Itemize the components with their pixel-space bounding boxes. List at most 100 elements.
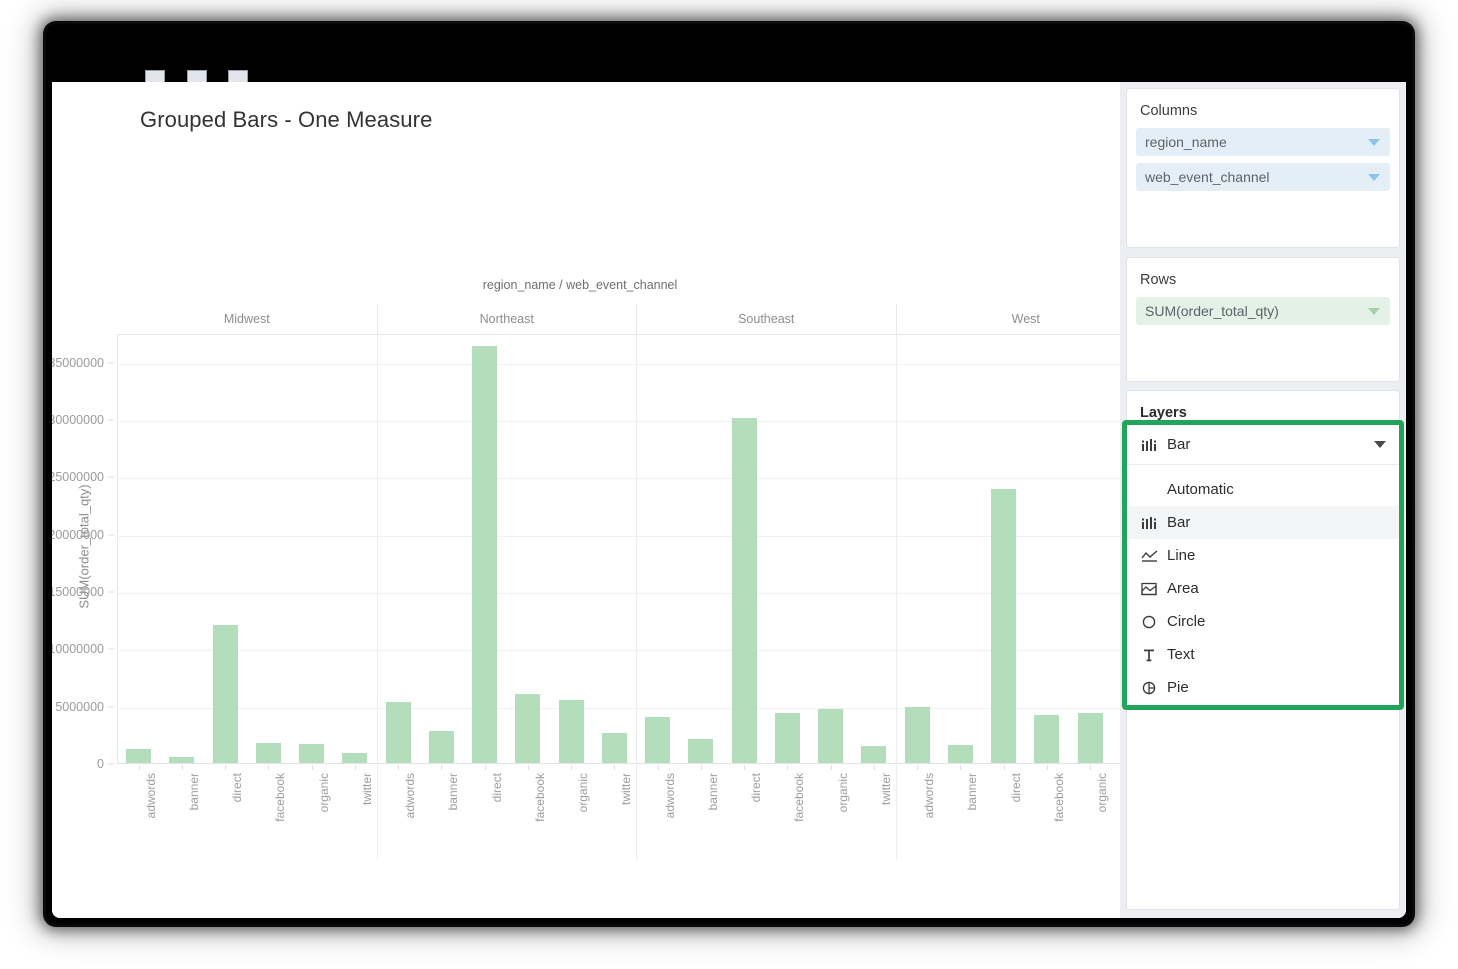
x-tick-label-organic: organic xyxy=(576,773,590,812)
bar-southeast-twitter[interactable] xyxy=(861,746,886,763)
facet-label-midwest: Midwest xyxy=(117,304,377,334)
layers-menu-item-label: Pie xyxy=(1167,679,1189,696)
y-tick-mark xyxy=(108,420,114,421)
bar-midwest-adwords[interactable] xyxy=(126,749,151,763)
x-tick-label-direct: direct xyxy=(490,773,504,802)
x-tick-label-facebook: facebook xyxy=(1052,773,1066,822)
y-tick-label: 0 xyxy=(97,757,104,771)
x-tick-label-facebook: facebook xyxy=(792,773,806,822)
bar-midwest-facebook[interactable] xyxy=(256,743,281,763)
x-tick-mark xyxy=(225,765,226,770)
columns-chip-region-name-label: region_name xyxy=(1136,134,1227,150)
layers-dropdown-trigger[interactable]: Bar xyxy=(1127,425,1399,465)
y-tick-label: 35000000 xyxy=(52,356,104,370)
x-tick-mark xyxy=(1090,765,1091,770)
x-tick-label-twitter: twitter xyxy=(619,773,633,805)
bar-west-adwords[interactable] xyxy=(905,707,930,763)
layers-menu-item-line[interactable]: Line xyxy=(1127,539,1399,572)
y-tick-mark xyxy=(108,649,114,650)
layers-dropdown-selected-label: Bar xyxy=(1167,436,1190,453)
circle-icon xyxy=(1140,615,1158,629)
layers-menu-item-circle[interactable]: Circle xyxy=(1127,605,1399,638)
x-tick-label-organic: organic xyxy=(1095,773,1109,812)
app-body: Grouped Bars - One Measure region_name /… xyxy=(52,82,1406,918)
chart-canvas: Grouped Bars - One Measure region_name /… xyxy=(52,82,1120,918)
x-tick-mark xyxy=(312,765,313,770)
x-tick-mark xyxy=(1004,765,1005,770)
right-sidebar: Columns region_name web_event_channel Ro… xyxy=(1120,82,1406,918)
x-tick-label-facebook: facebook xyxy=(273,773,287,822)
y-tick-mark xyxy=(108,592,114,593)
x-tick-mark xyxy=(917,765,918,770)
x-axis-tick-labels: adwords banner direct facebook organic twitte… xyxy=(117,765,1155,885)
y-tick-label: 25000000 xyxy=(52,470,104,484)
bar-southeast-facebook[interactable] xyxy=(775,713,800,763)
bar-northeast-adwords[interactable] xyxy=(386,702,411,763)
bar-west-banner[interactable] xyxy=(948,745,973,763)
x-tick-mark xyxy=(355,765,356,770)
app-window: Grouped Bars - One Measure region_name /… xyxy=(46,24,1412,924)
layers-menu-item-text[interactable]: Text xyxy=(1127,638,1399,671)
rows-chip-sum-order-total-qty[interactable]: SUM(order_total_qty) xyxy=(1136,297,1390,325)
bar-west-direct[interactable] xyxy=(991,489,1016,763)
layers-menu-item-label: Automatic xyxy=(1167,481,1234,498)
layers-menu-item-label: Circle xyxy=(1167,613,1205,630)
chevron-down-icon[interactable] xyxy=(1374,441,1386,448)
x-tick-mark xyxy=(701,765,702,770)
chevron-down-icon[interactable] xyxy=(1368,308,1380,315)
x-tick-label-banner: banner xyxy=(187,773,201,810)
chart-title: Grouped Bars - One Measure xyxy=(140,107,432,133)
x-tick-mark xyxy=(744,765,745,770)
x-tick-label-banner: banner xyxy=(965,773,979,810)
chevron-down-icon[interactable] xyxy=(1368,139,1380,146)
x-tick-label-direct: direct xyxy=(230,773,244,802)
bar-northeast-banner[interactable] xyxy=(429,731,454,763)
bar-southeast-direct[interactable] xyxy=(732,418,757,763)
bar-midwest-direct[interactable] xyxy=(213,625,238,763)
columns-panel: Columns region_name web_event_channel xyxy=(1126,88,1400,248)
y-tick-mark xyxy=(108,477,114,478)
bar-northeast-twitter[interactable] xyxy=(602,733,627,763)
bar-southeast-organic[interactable] xyxy=(818,709,843,763)
layers-menu-item-bar[interactable]: Bar xyxy=(1127,506,1399,539)
y-tick-label: 15000000 xyxy=(52,585,104,599)
bar-northeast-direct[interactable] xyxy=(472,346,497,763)
x-tick-label-organic: organic xyxy=(836,773,850,812)
facet-label-southeast: Southeast xyxy=(636,304,896,334)
x-tick-mark xyxy=(182,765,183,770)
x-tick-mark xyxy=(960,765,961,770)
bar-chart-icon xyxy=(1140,516,1158,530)
bar-west-facebook[interactable] xyxy=(1034,715,1059,763)
bar-midwest-banner[interactable] xyxy=(169,757,194,763)
facet-separator xyxy=(636,765,637,860)
bar-northeast-facebook[interactable] xyxy=(515,694,540,763)
x-tick-mark xyxy=(831,765,832,770)
x-tick-label-banner: banner xyxy=(706,773,720,810)
plot-left-edge xyxy=(117,335,118,763)
bar-midwest-twitter[interactable] xyxy=(342,753,367,763)
text-icon xyxy=(1140,648,1158,662)
columns-chip-region-name[interactable]: region_name xyxy=(1136,128,1390,156)
y-tick-label: 30000000 xyxy=(52,413,104,427)
layers-menu-item-area[interactable]: Area xyxy=(1127,572,1399,605)
x-tick-mark xyxy=(787,765,788,770)
bar-northeast-organic[interactable] xyxy=(559,700,584,763)
x-tick-mark xyxy=(485,765,486,770)
bar-midwest-organic[interactable] xyxy=(299,744,324,763)
area-chart-icon xyxy=(1140,582,1158,596)
bar-southeast-banner[interactable] xyxy=(688,739,713,763)
columns-chip-web-event-channel[interactable]: web_event_channel xyxy=(1136,163,1390,191)
layers-menu-item-automatic[interactable]: Automatic xyxy=(1127,473,1399,506)
x-tick-label-adwords: adwords xyxy=(144,773,158,818)
x-tick-label-twitter: twitter xyxy=(360,773,374,805)
rows-panel-title: Rows xyxy=(1127,258,1399,297)
bar-southeast-adwords[interactable] xyxy=(645,717,670,763)
chevron-down-icon[interactable] xyxy=(1368,174,1380,181)
line-chart-icon xyxy=(1140,549,1158,563)
x-tick-mark xyxy=(658,765,659,770)
pie-chart-icon xyxy=(1140,681,1158,695)
layers-menu-item-pie[interactable]: Pie xyxy=(1127,671,1399,704)
rows-chip-sum-order-total-qty-label: SUM(order_total_qty) xyxy=(1136,303,1279,319)
bar-west-organic[interactable] xyxy=(1078,713,1103,763)
x-tick-label-organic: organic xyxy=(317,773,331,812)
